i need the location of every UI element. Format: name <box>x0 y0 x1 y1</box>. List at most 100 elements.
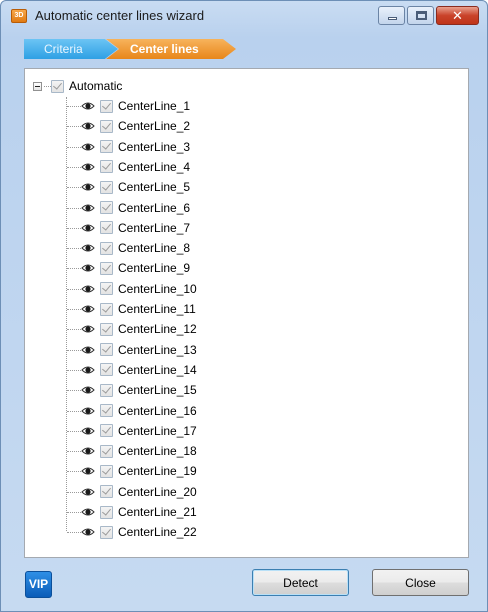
item-checkbox[interactable] <box>100 485 113 499</box>
visibility-eye-icon[interactable] <box>81 223 95 233</box>
visibility-eye-icon[interactable] <box>81 121 95 131</box>
tree-item-label: CenterLine_13 <box>118 342 197 357</box>
tree-item-label: CenterLine_10 <box>118 281 197 296</box>
minimize-icon <box>388 17 397 20</box>
item-checkbox[interactable] <box>100 363 113 377</box>
tree-item-label: CenterLine_9 <box>118 261 191 276</box>
tree-item-label: CenterLine_11 <box>118 302 196 316</box>
item-checkbox[interactable] <box>100 383 113 397</box>
tree-item[interactable]: CenterLine_19 <box>81 461 197 481</box>
visibility-eye-icon[interactable] <box>81 304 95 314</box>
close-window-button[interactable]: ✕ <box>436 6 479 25</box>
tree-item[interactable]: CenterLine_4 <box>81 157 190 177</box>
visibility-eye-icon[interactable] <box>81 243 95 253</box>
tree-item[interactable]: CenterLine_13 <box>81 340 197 360</box>
app-icon: 3D <box>11 9 27 23</box>
tree-item[interactable]: CenterLine_21 <box>81 502 197 522</box>
center-lines-tree[interactable]: Automatic CenterLine_1 CenterLine_2 Center… <box>24 68 469 558</box>
tree-item-label: CenterLine_8 <box>118 241 191 256</box>
visibility-eye-icon[interactable] <box>81 101 95 111</box>
tree-item-label: CenterLine_22 <box>118 525 197 540</box>
tree-item[interactable]: CenterLine_5 <box>81 177 190 197</box>
visibility-eye-icon[interactable] <box>81 426 95 436</box>
tree-root-row[interactable]: Automatic <box>33 76 122 96</box>
tree-item[interactable]: CenterLine_6 <box>81 198 190 218</box>
tree-item-label: CenterLine_2 <box>118 119 191 134</box>
tree-item[interactable]: CenterLine_16 <box>81 401 197 421</box>
visibility-eye-icon[interactable] <box>81 406 95 416</box>
tree-item[interactable]: CenterLine_18 <box>81 441 197 461</box>
collapse-icon[interactable] <box>33 81 42 91</box>
tree-item-label: CenterLine_20 <box>118 484 197 499</box>
tree-item[interactable]: CenterLine_22 <box>81 522 197 542</box>
visibility-eye-icon[interactable] <box>81 324 95 334</box>
maximize-icon <box>416 11 427 20</box>
item-checkbox[interactable] <box>100 261 113 275</box>
close-button[interactable]: Close <box>372 569 469 596</box>
tree-item[interactable]: CenterLine_20 <box>81 482 197 502</box>
root-checkbox[interactable] <box>51 79 64 93</box>
title-bar[interactable]: 3D Automatic center lines wizard ✕ <box>1 1 487 31</box>
wizard-breadcrumb: Criteria Center lines <box>24 39 236 59</box>
visibility-eye-icon[interactable] <box>81 385 95 395</box>
tree-item[interactable]: CenterLine_11 <box>81 299 196 319</box>
item-checkbox[interactable] <box>100 444 113 458</box>
item-checkbox[interactable] <box>100 424 113 438</box>
tree-item[interactable]: CenterLine_17 <box>81 421 197 441</box>
visibility-eye-icon[interactable] <box>81 203 95 213</box>
wizard-window: 3D Automatic center lines wizard ✕ Crite… <box>0 0 488 612</box>
tree-item-label: CenterLine_19 <box>118 464 197 479</box>
minimize-button[interactable] <box>378 6 405 25</box>
tree-root-label: Automatic <box>69 79 123 93</box>
tree-item-label: CenterLine_7 <box>118 220 191 235</box>
item-checkbox[interactable] <box>100 404 113 417</box>
tree-item-label: CenterLine_5 <box>118 180 191 195</box>
visibility-eye-icon[interactable] <box>81 527 95 537</box>
detect-button[interactable]: Detect <box>252 569 349 596</box>
item-checkbox[interactable] <box>100 119 113 133</box>
visibility-eye-icon[interactable] <box>81 466 95 476</box>
item-checkbox[interactable] <box>100 343 113 357</box>
window-title: Automatic center lines wizard <box>35 8 205 23</box>
tree-item[interactable]: CenterLine_12 <box>81 319 197 339</box>
item-checkbox[interactable] <box>100 140 113 154</box>
visibility-eye-icon[interactable] <box>81 142 95 152</box>
item-checkbox[interactable] <box>100 99 113 113</box>
item-checkbox[interactable] <box>100 201 113 214</box>
visibility-eye-icon[interactable] <box>81 507 95 517</box>
item-checkbox[interactable] <box>100 160 113 174</box>
tree-item-label: CenterLine_18 <box>118 444 197 459</box>
caption-buttons: ✕ <box>378 6 479 25</box>
tree-item[interactable]: CenterLine_15 <box>81 380 197 400</box>
visibility-eye-icon[interactable] <box>81 365 95 375</box>
item-checkbox[interactable] <box>100 221 113 235</box>
visibility-eye-icon[interactable] <box>81 182 95 192</box>
visibility-eye-icon[interactable] <box>81 446 95 456</box>
item-checkbox[interactable] <box>100 282 113 296</box>
item-checkbox[interactable] <box>100 180 113 194</box>
tree-item[interactable]: CenterLine_14 <box>81 360 197 380</box>
item-checkbox[interactable] <box>100 241 113 255</box>
visibility-eye-icon[interactable] <box>81 345 95 355</box>
tree-item-label: CenterLine_1 <box>118 99 191 113</box>
step-criteria[interactable]: Criteria <box>24 39 118 59</box>
tree-item-label: CenterLine_12 <box>118 322 197 337</box>
tree-item[interactable]: CenterLine_10 <box>81 279 197 299</box>
tree-item[interactable]: CenterLine_7 <box>81 218 190 238</box>
tree-item[interactable]: CenterLine_3 <box>81 137 190 157</box>
item-checkbox[interactable] <box>100 505 113 519</box>
item-checkbox[interactable] <box>100 464 113 478</box>
step-center-lines[interactable]: Center lines <box>106 39 236 59</box>
visibility-eye-icon[interactable] <box>81 284 95 294</box>
visibility-eye-icon[interactable] <box>81 263 95 273</box>
maximize-button[interactable] <box>407 6 434 25</box>
item-checkbox[interactable] <box>100 302 113 316</box>
tree-item[interactable]: CenterLine_8 <box>81 238 190 258</box>
visibility-eye-icon[interactable] <box>81 487 95 497</box>
item-checkbox[interactable] <box>100 525 113 539</box>
visibility-eye-icon[interactable] <box>81 162 95 172</box>
item-checkbox[interactable] <box>100 322 113 336</box>
tree-item[interactable]: CenterLine_9 <box>81 258 190 278</box>
tree-item[interactable]: CenterLine_2 <box>81 116 190 136</box>
tree-item[interactable]: CenterLine_1 <box>81 96 190 116</box>
